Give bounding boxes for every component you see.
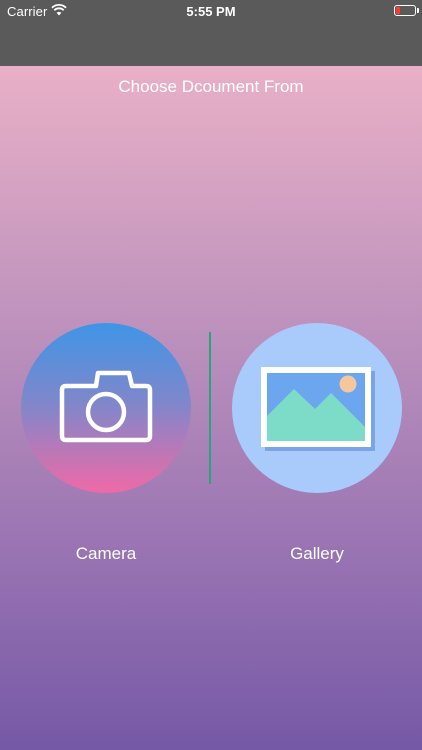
- battery-icon: [394, 5, 416, 16]
- gallery-label: Gallery: [290, 544, 344, 563]
- document-source-screen: Choose Dcoument From Camera Gallery: [0, 66, 422, 750]
- camera-icon: [59, 370, 153, 443]
- camera-button[interactable]: [21, 323, 191, 493]
- battery-level: [396, 7, 400, 14]
- gallery-icon: [261, 367, 375, 451]
- camera-label: Camera: [75, 544, 137, 563]
- divider: [209, 332, 211, 484]
- navigation-bar: [0, 22, 422, 66]
- battery-tip: [417, 8, 419, 13]
- gallery-button[interactable]: [232, 323, 402, 493]
- status-bar: Carrier 5:55 PM: [0, 0, 422, 22]
- status-time: 5:55 PM: [186, 4, 236, 19]
- page-title: Choose Dcoument From: [118, 77, 304, 96]
